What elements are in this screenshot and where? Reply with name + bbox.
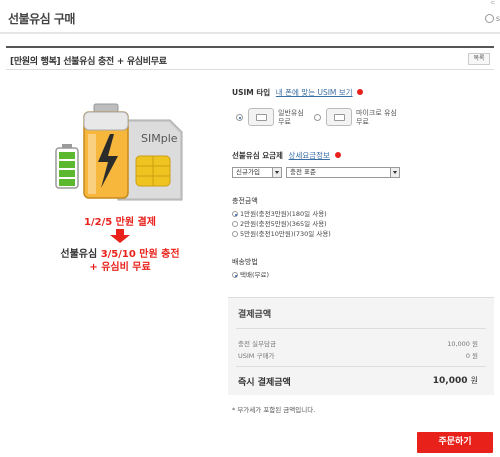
- small-battery-icon: [55, 144, 79, 189]
- required-icon: [357, 89, 364, 95]
- list-button[interactable]: 목록: [468, 53, 490, 65]
- header-right-text: s: [495, 14, 500, 23]
- charge-radio-1[interactable]: [232, 211, 238, 217]
- charge-option-2[interactable]: 2만원(충전5만원)(365일 사용): [232, 220, 327, 228]
- promo-line2-highlight: 3/5/10 만원 충전: [100, 249, 180, 260]
- plan-type-value: 신규가입: [236, 168, 260, 176]
- usim-normal-label: 일반유심 무료: [278, 109, 304, 126]
- summary-divider: [236, 328, 486, 329]
- summary-total: 즉시 결제금액 10,000 원: [238, 375, 478, 388]
- summary-row-charge: 충전 실부담금 10,000 원: [238, 338, 478, 348]
- usim-type-label-text: USIM 타입: [232, 88, 271, 97]
- vat-note: * 부가세가 포함된 금액입니다.: [232, 406, 316, 414]
- summary-row-value: 0 원: [465, 352, 478, 360]
- product-image: SIMple: [55, 103, 183, 201]
- charge-option-1[interactable]: 1만원(충전3만원)(180일 사용): [232, 210, 327, 218]
- payment-summary: 결제금액 충전 실부담금 10,000 원 USIM 구매가 0 원 즉시 결제…: [228, 297, 494, 395]
- promo-charge-text: 선불유심 3/5/10 만원 충전 + 유심비 무료: [20, 248, 220, 274]
- charge-option-3[interactable]: 5만원(충전10만원)(730일 사용): [232, 230, 331, 238]
- delivery-radio[interactable]: [232, 272, 238, 278]
- summary-row-label: USIM 구매가: [238, 352, 275, 360]
- usim-option-normal[interactable]: 일반유심 무료: [236, 106, 316, 130]
- usim-guide-link[interactable]: 내 폰에 맞는 USIM 보기: [276, 88, 353, 97]
- promo-payment-text: 1/2/5 만원 결제: [84, 217, 156, 228]
- header-right[interactable]: s: [484, 14, 500, 23]
- summary-row-value: 10,000 원: [447, 340, 478, 348]
- summary-title: 결제금액: [238, 310, 272, 320]
- summary-divider: [236, 366, 486, 367]
- plan-label: 선불유심 요금제 상세요금정보: [232, 150, 341, 161]
- total-value: 10,000 원: [433, 375, 478, 386]
- total-unit: 원: [470, 376, 478, 385]
- charge-radio-2[interactable]: [232, 221, 238, 227]
- required-icon: [334, 152, 341, 158]
- promo-line2-prefix: 선불유심: [60, 249, 101, 260]
- charge-option-1-label: 1만원(충전3만원)(180일 사용): [240, 210, 327, 218]
- plan-value: 충전 표준: [290, 168, 316, 176]
- usim-type-options: 일반유심 무료 마이크로 유심 무료: [230, 106, 492, 130]
- top-cut-text: ㄷ: [490, 0, 496, 7]
- promo-line3: + 유심비 무료: [89, 262, 151, 273]
- product-title-bar: [만원의 행복] 선불유심 충전 + 유심비무료 목록: [6, 46, 494, 70]
- battery-icon: [83, 103, 129, 199]
- delivery-label: 배송방법: [232, 258, 258, 266]
- summary-row-usim: USIM 구매가 0 원: [238, 350, 478, 360]
- product-name: [만원의 행복] 선불유심 충전 + 유심비무료: [10, 57, 167, 67]
- charge-radio-3[interactable]: [232, 231, 238, 237]
- total-label: 즉시 결제금액: [238, 378, 291, 388]
- settings-icon[interactable]: [484, 14, 494, 23]
- charge-label: 충전금액: [232, 197, 258, 205]
- order-button[interactable]: 주문하기: [417, 432, 493, 453]
- total-amount: 10,000: [432, 376, 468, 386]
- image-label: SIMple: [141, 132, 178, 145]
- page-header: 선불유심 구매 ㄷ s: [0, 0, 500, 34]
- chevron-down-icon[interactable]: [272, 168, 281, 177]
- charge-option-3-label: 5만원(충전10만원)(730일 사용): [240, 230, 331, 238]
- usim-micro-radio[interactable]: [314, 114, 321, 121]
- micro-usim-chip-icon: [326, 108, 352, 126]
- plan-select[interactable]: 충전 표준: [286, 167, 400, 178]
- delivery-option[interactable]: 택배(무료): [232, 271, 269, 279]
- delivery-option-label: 택배(무료): [240, 271, 269, 279]
- usim-normal-radio[interactable]: [236, 114, 243, 121]
- usim-type-label: USIM 타입 내 폰에 맞는 USIM 보기: [232, 87, 364, 98]
- plan-detail-link[interactable]: 상세요금정보: [289, 151, 330, 160]
- summary-row-label: 충전 실부담금: [238, 340, 276, 348]
- arrow-down-icon: [110, 229, 130, 243]
- usim-micro-label: 마이크로 유심 무료: [356, 109, 397, 126]
- usim-option-micro[interactable]: 마이크로 유심 무료: [314, 106, 414, 130]
- plan-label-text: 선불유심 요금제: [232, 151, 283, 160]
- plan-type-select[interactable]: 신규가입: [232, 167, 282, 178]
- usim-chip-icon: [248, 108, 274, 126]
- page-title: 선불유심 구매: [8, 12, 75, 26]
- chevron-down-icon[interactable]: [390, 168, 399, 177]
- charge-option-2-label: 2만원(충전5만원)(365일 사용): [240, 220, 327, 228]
